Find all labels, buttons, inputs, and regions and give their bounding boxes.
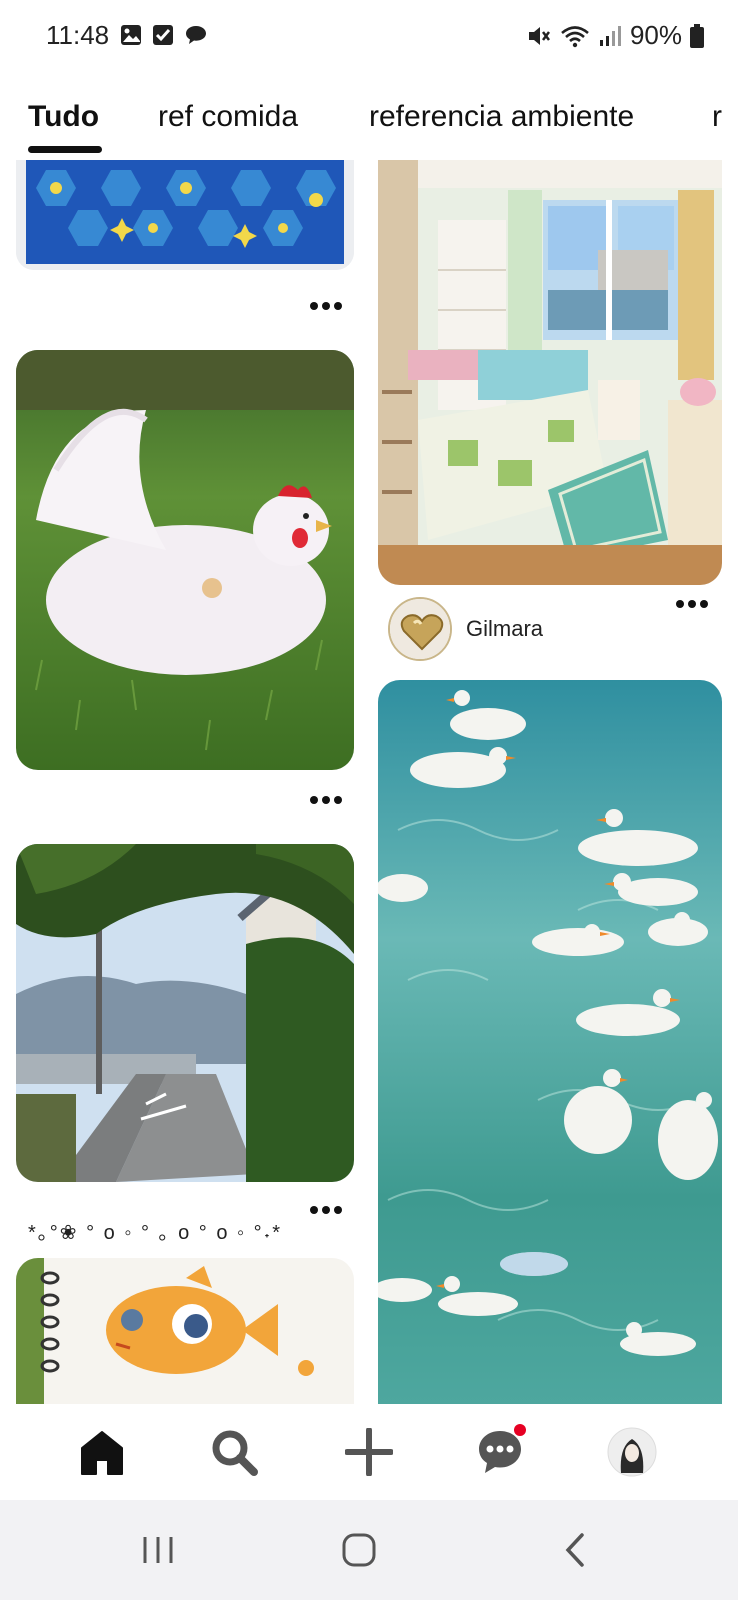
more-options-button[interactable] — [310, 1206, 342, 1214]
wifi-icon — [561, 25, 589, 47]
notification-badge — [514, 1424, 526, 1436]
create-plus-icon — [345, 1428, 393, 1476]
battery-icon — [690, 23, 704, 48]
recent-apps-button[interactable] — [133, 1530, 183, 1570]
gallery-icon — [121, 25, 141, 45]
fish-drawing-image — [16, 1258, 354, 1404]
pin-white-chicken[interactable] — [16, 350, 354, 770]
home-icon — [81, 1431, 123, 1475]
pin-ducks-water[interactable] — [378, 680, 722, 1404]
tile-pattern-image — [16, 160, 354, 270]
tab-next-partial[interactable]: r — [712, 100, 722, 134]
more-options-button[interactable] — [310, 302, 342, 310]
nav-home[interactable] — [72, 1422, 132, 1482]
pin-bedroom[interactable] — [378, 160, 722, 585]
pin-street-under-tree[interactable] — [16, 844, 354, 1182]
creator-name[interactable]: Gilmara — [466, 616, 543, 642]
pin-feed[interactable]: *｡°❀ ° o ◦ ° ｡ o ° o ◦ °˖* Gilmara — [0, 160, 738, 1404]
nav-search[interactable] — [204, 1422, 264, 1482]
status-right: 90% — [526, 20, 704, 51]
status-left-icons — [120, 24, 208, 46]
recent-apps-icon — [143, 1537, 173, 1563]
home-circle-icon — [342, 1533, 376, 1567]
pin-fish-drawing[interactable] — [16, 1258, 354, 1404]
chicken-image — [16, 350, 354, 770]
ducks-image — [378, 680, 722, 1404]
battery-percent: 90% — [629, 20, 682, 50]
search-icon — [212, 1430, 258, 1476]
pin-caption: *｡°❀ ° o ◦ ° ｡ o ° o ◦ °˖* — [28, 1222, 283, 1244]
mute-icon — [528, 26, 550, 45]
status-time: 11:48 — [46, 20, 110, 50]
checkbox-icon — [153, 25, 173, 45]
active-tab-indicator — [28, 146, 102, 153]
tab-tudo[interactable]: Tudo — [28, 100, 99, 134]
creator-avatar[interactable] — [388, 597, 452, 661]
tab-ref-comida[interactable]: ref comida — [158, 100, 298, 134]
board-tabs: Tudo ref comida referencia ambiente r — [0, 96, 738, 156]
pin-blue-tile-pattern[interactable] — [16, 160, 354, 270]
status-bar: 11:48 90% — [0, 0, 738, 72]
profile-avatar — [607, 1427, 657, 1477]
more-options-button[interactable] — [676, 600, 708, 608]
signal-icon — [599, 25, 621, 46]
nav-messages[interactable] — [470, 1422, 530, 1482]
system-navigation-bar — [0, 1500, 738, 1600]
bedroom-image — [378, 160, 722, 585]
back-icon — [565, 1533, 584, 1567]
back-button[interactable] — [550, 1530, 600, 1570]
bottom-navigation — [0, 1404, 738, 1500]
tab-referencia-ambiente[interactable]: referencia ambiente — [369, 100, 634, 134]
pin-creator[interactable]: Gilmara — [388, 597, 543, 661]
nav-profile[interactable] — [602, 1422, 662, 1482]
more-options-button[interactable] — [310, 796, 342, 804]
chat-bubble-icon — [186, 26, 206, 44]
system-home-button[interactable] — [334, 1530, 384, 1570]
street-image — [16, 844, 354, 1182]
heart-avatar-image — [390, 599, 450, 659]
nav-create[interactable] — [339, 1422, 399, 1482]
